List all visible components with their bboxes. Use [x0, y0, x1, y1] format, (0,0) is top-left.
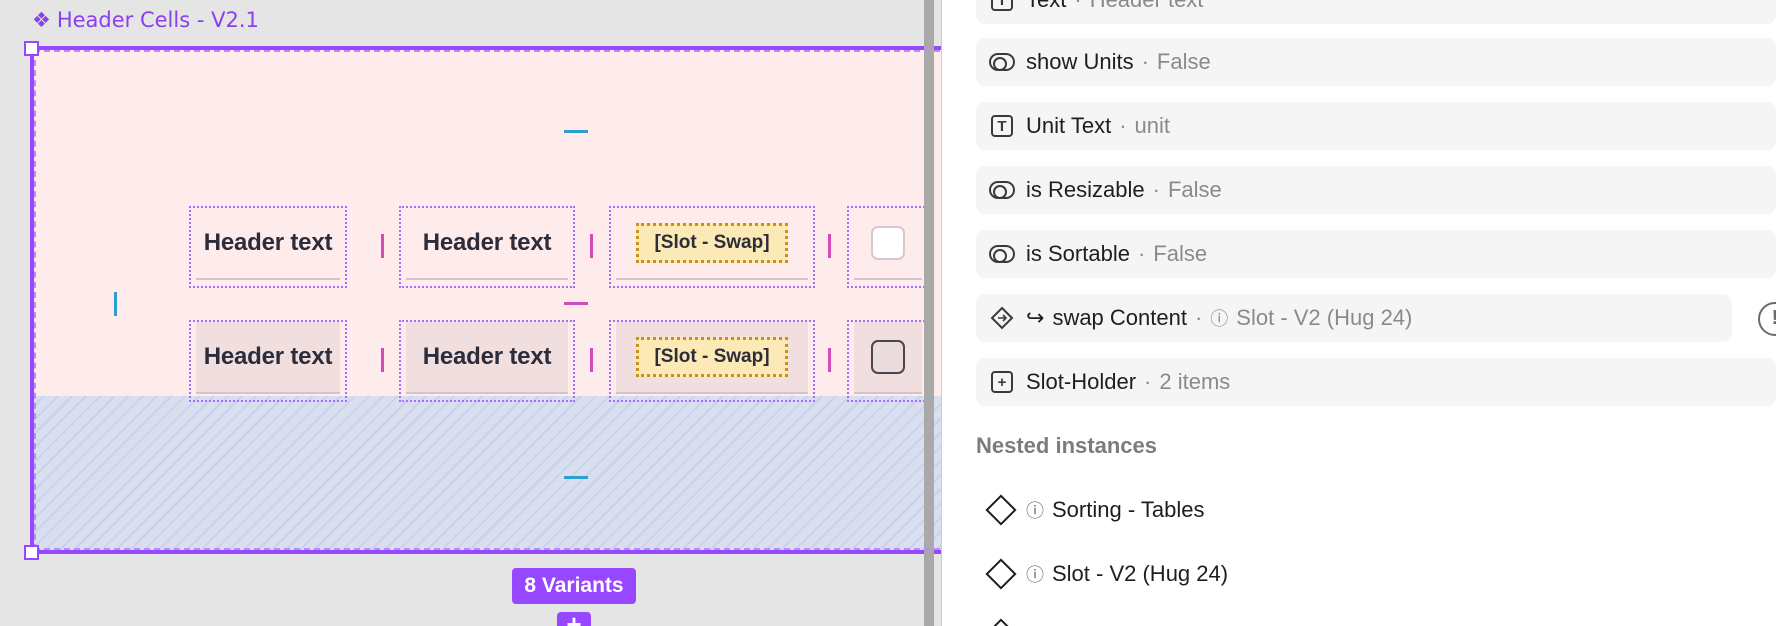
- property-swap-content[interactable]: ↪ swap Content · ⓘ Slot - V2 (Hug 24): [976, 294, 1732, 342]
- property-name: Slot-Holder: [1026, 369, 1137, 394]
- instance-swap-icon: [990, 306, 1014, 330]
- property-value: False: [1167, 177, 1222, 202]
- property-value: 2 items: [1159, 369, 1231, 394]
- property-unit-text[interactable]: T Unit Text · unit: [976, 102, 1776, 150]
- header-cell-label: Header text: [203, 229, 333, 256]
- slot-swap-placeholder[interactable]: [Slot - Swap]: [636, 337, 788, 377]
- header-cell-text[interactable]: Header text: [189, 320, 347, 402]
- checkbox-icon[interactable]: [871, 340, 905, 374]
- property-separator: ·: [1074, 0, 1081, 13]
- property-is-sortable[interactable]: is Sortable · False: [976, 230, 1776, 278]
- header-cell-label: Header text: [422, 343, 552, 370]
- property-name: is Sortable: [1026, 241, 1130, 266]
- header-cell-text[interactable]: Header text: [189, 206, 347, 288]
- text-icon: T: [991, 0, 1013, 11]
- nested-instance-item-partial[interactable]: [985, 614, 1026, 626]
- instance-diamond-icon: [985, 558, 1017, 590]
- component-set-icon: ❖: [32, 8, 51, 32]
- canvas-scrollbar[interactable]: [924, 0, 934, 626]
- component-set-title[interactable]: ❖ Header Cells - V2.1: [32, 8, 259, 32]
- resize-handle[interactable]: [590, 234, 593, 258]
- resize-handle[interactable]: [381, 234, 384, 258]
- resize-handle[interactable]: [828, 234, 831, 258]
- header-cell-label: Header text: [203, 343, 333, 370]
- property-separator: ·: [1194, 305, 1203, 330]
- selection-handle-top-left[interactable]: [24, 41, 39, 56]
- property-separator: ·: [1119, 113, 1127, 138]
- property-value: Header text: [1090, 0, 1204, 13]
- toggle-icon: [989, 245, 1015, 263]
- property-value: unit: [1134, 113, 1170, 138]
- property-name: swap Content: [1052, 305, 1187, 330]
- property-separator: ·: [1141, 49, 1149, 74]
- spacing-indicator-bottom: [564, 476, 588, 479]
- info-icon: ⓘ: [1210, 309, 1229, 329]
- property-name: show Units: [1026, 49, 1134, 74]
- nested-instances-heading: Nested instances: [976, 433, 1157, 458]
- variants-count-badge[interactable]: 8 Variants: [512, 568, 636, 604]
- property-show-units[interactable]: show Units · False: [976, 38, 1776, 86]
- add-variant-button[interactable]: +: [557, 611, 591, 626]
- toggle-icon: [989, 181, 1015, 199]
- info-icon: ⓘ: [1026, 501, 1044, 521]
- component-set-name: Header Cells - V2.1: [56, 8, 259, 32]
- property-separator: ·: [1144, 369, 1152, 394]
- plus-box-icon: +: [991, 371, 1013, 393]
- header-cell-slot[interactable]: [Slot - Swap]: [609, 320, 815, 402]
- header-cell-label: Header text: [422, 229, 552, 256]
- property-separator: ·: [1152, 177, 1160, 202]
- spacing-indicator-top: [564, 130, 588, 133]
- slot-swap-placeholder[interactable]: [Slot - Swap]: [636, 223, 788, 263]
- checkbox-icon[interactable]: [871, 226, 905, 260]
- header-cell-checkbox[interactable]: [847, 206, 929, 288]
- properties-panel: T Text · Header text show Units · False …: [942, 0, 1776, 626]
- spacing-indicator-left: [114, 292, 117, 316]
- property-slot-holder[interactable]: + Slot-Holder · 2 items: [976, 358, 1776, 406]
- property-name: is Resizable: [1026, 177, 1145, 202]
- property-is-resizable[interactable]: is Resizable · False: [976, 166, 1776, 214]
- hatched-variant-area: [34, 396, 941, 550]
- nested-instance-label: Sorting - Tables: [1052, 497, 1205, 522]
- property-value: False: [1153, 241, 1208, 266]
- resize-handle[interactable]: [381, 348, 384, 372]
- text-icon: T: [991, 115, 1013, 137]
- instance-diamond-icon: [985, 618, 1017, 626]
- component-set-frame[interactable]: Header text Header text [Slot - Swap] He…: [30, 46, 941, 554]
- instance-diamond-icon: [985, 494, 1017, 526]
- warning-icon[interactable]: !: [1758, 302, 1776, 336]
- header-cell-text[interactable]: Header text: [399, 320, 575, 402]
- nested-instance-label: Slot - V2 (Hug 24): [1052, 561, 1229, 586]
- spacing-indicator-rows: [564, 302, 588, 305]
- resize-handle[interactable]: [590, 348, 593, 372]
- header-cell-checkbox[interactable]: [847, 320, 929, 402]
- property-value: Slot - V2 (Hug 24): [1236, 305, 1413, 330]
- toggle-icon: [989, 53, 1015, 71]
- nested-instance-item[interactable]: ⓘ Slot - V2 (Hug 24): [985, 554, 1229, 594]
- property-name: Text: [1026, 0, 1066, 13]
- selection-handle-bottom-left[interactable]: [24, 545, 39, 560]
- swap-arrow-icon: ↪: [1026, 305, 1045, 331]
- resize-handle[interactable]: [828, 348, 831, 372]
- property-name: Unit Text: [1026, 113, 1112, 138]
- header-cell-text[interactable]: Header text: [399, 206, 575, 288]
- nested-instance-item[interactable]: ⓘ Sorting - Tables: [985, 490, 1205, 530]
- property-separator: ·: [1137, 241, 1146, 266]
- property-text[interactable]: T Text · Header text: [976, 0, 1776, 24]
- header-cell-slot[interactable]: [Slot - Swap]: [609, 206, 815, 288]
- property-value: False: [1156, 49, 1211, 74]
- design-canvas[interactable]: ❖ Header Cells - V2.1 Header text Header …: [0, 0, 941, 626]
- info-icon: ⓘ: [1026, 565, 1044, 585]
